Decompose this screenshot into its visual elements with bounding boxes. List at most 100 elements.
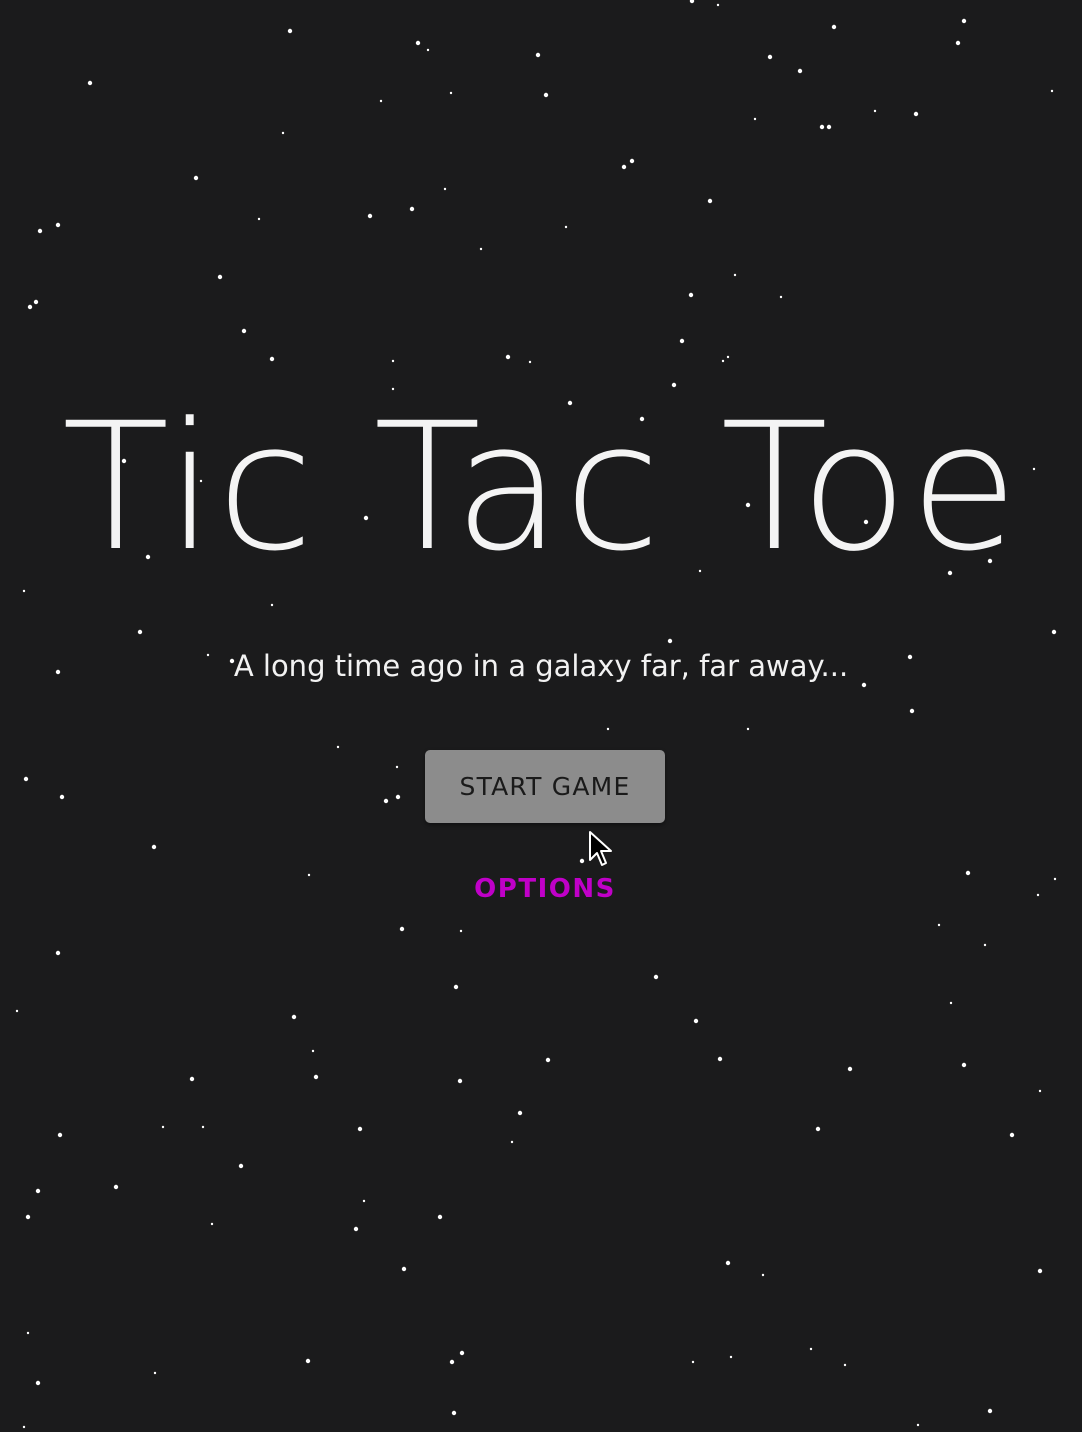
star bbox=[693, 1018, 699, 1024]
star bbox=[113, 1184, 119, 1190]
star bbox=[391, 359, 395, 363]
star bbox=[961, 18, 967, 24]
star bbox=[15, 1009, 19, 1013]
star bbox=[395, 765, 399, 769]
star bbox=[27, 304, 33, 310]
star bbox=[517, 1110, 523, 1116]
star bbox=[307, 873, 311, 877]
star bbox=[87, 80, 93, 86]
star bbox=[270, 603, 274, 607]
start-game-button[interactable]: START GAME bbox=[425, 750, 665, 823]
star bbox=[767, 54, 773, 60]
star bbox=[311, 1049, 315, 1053]
star bbox=[1053, 877, 1057, 881]
star bbox=[983, 943, 987, 947]
star bbox=[22, 1425, 26, 1429]
star bbox=[564, 225, 568, 229]
star bbox=[753, 117, 757, 121]
star bbox=[949, 1001, 953, 1005]
star bbox=[55, 222, 61, 228]
star bbox=[653, 974, 659, 980]
star bbox=[401, 1266, 407, 1272]
star bbox=[987, 1408, 993, 1414]
star bbox=[201, 1125, 205, 1129]
star bbox=[287, 28, 293, 34]
star bbox=[510, 1140, 514, 1144]
star bbox=[23, 776, 29, 782]
star bbox=[725, 1260, 731, 1266]
star bbox=[57, 1132, 63, 1138]
star bbox=[873, 109, 877, 113]
star bbox=[809, 1347, 813, 1351]
star bbox=[667, 638, 673, 644]
star bbox=[59, 794, 65, 800]
star bbox=[357, 1126, 363, 1132]
star bbox=[543, 92, 549, 98]
star bbox=[1036, 893, 1040, 897]
star bbox=[437, 1214, 443, 1220]
star bbox=[459, 929, 463, 933]
star bbox=[33, 299, 39, 305]
star bbox=[629, 158, 635, 164]
star bbox=[151, 844, 157, 850]
star bbox=[535, 52, 541, 58]
star bbox=[313, 1074, 319, 1080]
star bbox=[1009, 1132, 1015, 1138]
star bbox=[689, 0, 695, 4]
star bbox=[779, 295, 783, 299]
star bbox=[955, 40, 961, 46]
star bbox=[457, 1078, 463, 1084]
star bbox=[726, 355, 730, 359]
star bbox=[1051, 629, 1057, 635]
star bbox=[379, 99, 383, 103]
star bbox=[761, 1273, 765, 1277]
star bbox=[367, 213, 373, 219]
star bbox=[691, 1360, 695, 1364]
star bbox=[797, 68, 803, 74]
star bbox=[153, 1371, 157, 1375]
star bbox=[459, 1350, 465, 1356]
star bbox=[847, 1066, 853, 1072]
star bbox=[257, 217, 261, 221]
star bbox=[281, 131, 285, 135]
star bbox=[35, 1380, 41, 1386]
star bbox=[826, 124, 832, 130]
star bbox=[1037, 1268, 1043, 1274]
star bbox=[269, 356, 275, 362]
star bbox=[606, 727, 610, 731]
star bbox=[238, 1163, 244, 1169]
star bbox=[688, 292, 694, 298]
star bbox=[729, 1355, 733, 1359]
star bbox=[505, 354, 511, 360]
star bbox=[913, 111, 919, 117]
star bbox=[189, 1076, 195, 1082]
star bbox=[1050, 89, 1054, 93]
star bbox=[217, 274, 223, 280]
star bbox=[426, 48, 430, 52]
star bbox=[961, 1062, 967, 1068]
game-subtitle: A long time ago in a galaxy far, far awa… bbox=[233, 649, 849, 683]
star bbox=[35, 1188, 41, 1194]
game-title: Tic Tac Toe bbox=[61, 385, 1021, 590]
star bbox=[305, 1358, 311, 1364]
star bbox=[399, 926, 405, 932]
star bbox=[241, 328, 247, 334]
star bbox=[965, 870, 971, 876]
star bbox=[733, 273, 737, 277]
star bbox=[453, 984, 459, 990]
star bbox=[353, 1226, 359, 1232]
star bbox=[383, 798, 389, 804]
star bbox=[415, 40, 421, 46]
star bbox=[336, 745, 340, 749]
star bbox=[679, 338, 685, 344]
starfield-background bbox=[15, 0, 1057, 1429]
star bbox=[716, 3, 720, 7]
star bbox=[451, 1410, 457, 1416]
options-button[interactable]: OPTIONS bbox=[445, 866, 645, 912]
star bbox=[37, 228, 43, 234]
star bbox=[409, 206, 415, 212]
star bbox=[579, 858, 585, 864]
star bbox=[210, 1222, 214, 1226]
mouse-pointer-icon bbox=[589, 831, 612, 866]
star bbox=[937, 923, 941, 927]
